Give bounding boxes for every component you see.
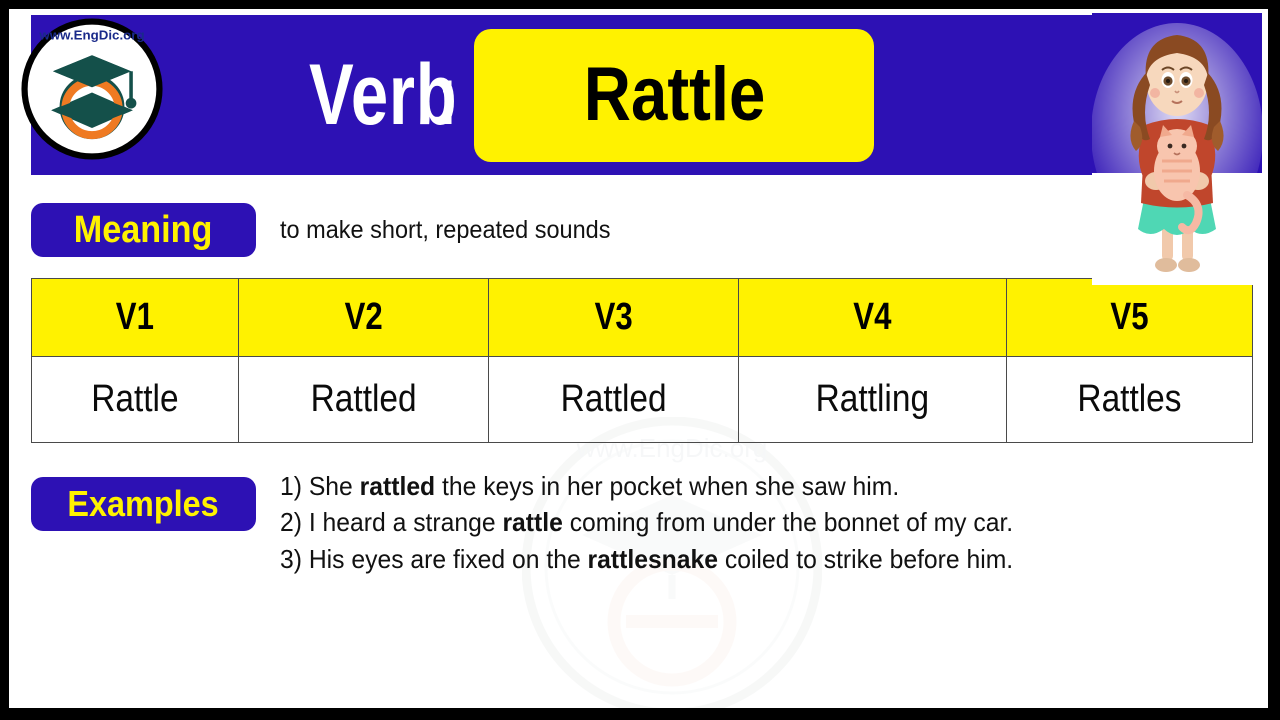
part-of-speech-label: Verb: [309, 47, 458, 143]
verb-table-header-cell: V5: [1006, 278, 1253, 357]
poster-card: www.EngDic.org www.EngDic.org Verb : Rat…: [9, 9, 1268, 708]
verb-table-header-cell: V4: [738, 278, 1008, 357]
examples-list: 1) She rattled the keys in her pocket wh…: [280, 469, 1220, 578]
examples-badge: Examples: [31, 477, 256, 531]
header-v2: V2: [344, 296, 383, 338]
example-keyword: rattled: [359, 471, 436, 501]
form-v1: Rattle: [91, 378, 179, 420]
example-text-before: I heard a strange: [301, 507, 503, 538]
verb-forms-table: V1 V2 V3 V4 V5 Rattle Rattled Rattled Ra…: [31, 278, 1253, 443]
example-item: 2) I heard a strange rattle coming from …: [280, 505, 1173, 540]
verb-form-cell: Rattling: [738, 356, 1008, 443]
examples-label: Examples: [67, 483, 220, 524]
example-item: 1) She rattled the keys in her pocket wh…: [280, 469, 1173, 504]
verb-form-cell: Rattle: [31, 356, 239, 443]
verb-form-cell: Rattles: [1006, 356, 1253, 443]
girl-holding-cat-illustration: [1092, 13, 1262, 285]
example-text-before: She: [301, 471, 360, 501]
verb-form-cell: Rattled: [237, 356, 490, 443]
example-number: 3): [280, 543, 302, 574]
meaning-row: Meaning to make short, repeated sounds: [31, 192, 1061, 268]
poster-frame: www.EngDic.org www.EngDic.org Verb : Rat…: [0, 0, 1280, 720]
form-v5: Rattles: [1077, 378, 1182, 420]
header-v1: V1: [115, 296, 154, 338]
header-v5: V5: [1110, 296, 1149, 338]
header-v4: V4: [853, 296, 892, 338]
word-chip: Rattle: [474, 28, 875, 162]
meaning-label: Meaning: [74, 209, 213, 251]
header-v3: V3: [594, 296, 633, 338]
verb-table-header-row: V1 V2 V3 V4 V5: [31, 278, 1253, 357]
verb-form-cell: Rattled: [488, 356, 740, 443]
example-text-after: the keys in her pocket when she saw him.: [435, 471, 900, 501]
examples-section: Examples 1) She rattled the keys in her …: [31, 469, 1253, 578]
example-item: 3) His eyes are fixed on the rattlesnake…: [280, 542, 1173, 577]
svg-text:www.EngDic.org: www.EngDic.org: [38, 27, 144, 42]
example-text-before: His eyes are fixed on the: [301, 543, 588, 574]
meaning-badge: Meaning: [31, 203, 256, 257]
verb-table-header-cell: V1: [31, 278, 239, 357]
verb-word-value: Rattle: [583, 52, 765, 137]
example-number: 1): [280, 471, 302, 501]
example-number: 2): [280, 507, 302, 538]
form-v2: Rattled: [310, 378, 417, 420]
form-v4: Rattling: [815, 378, 930, 420]
header-title-row: Verb : Rattle: [309, 15, 1029, 175]
example-keyword: rattle: [502, 507, 563, 538]
engdic-logo: www.EngDic.org: [21, 18, 163, 160]
verb-table-row: Rattle Rattled Rattled Rattling Rattles: [31, 356, 1253, 443]
title-separator: :: [437, 47, 458, 143]
meaning-text: to make short, repeated sounds: [280, 215, 611, 244]
example-text-after: coming from under the bonnet of my car.: [562, 507, 1014, 538]
verb-table-header-cell: V3: [488, 278, 740, 357]
example-keyword: rattlesnake: [587, 543, 718, 574]
verb-table-header-cell: V2: [237, 278, 490, 357]
example-text-after: coiled to strike before him.: [717, 543, 1014, 574]
form-v3: Rattled: [560, 378, 667, 420]
